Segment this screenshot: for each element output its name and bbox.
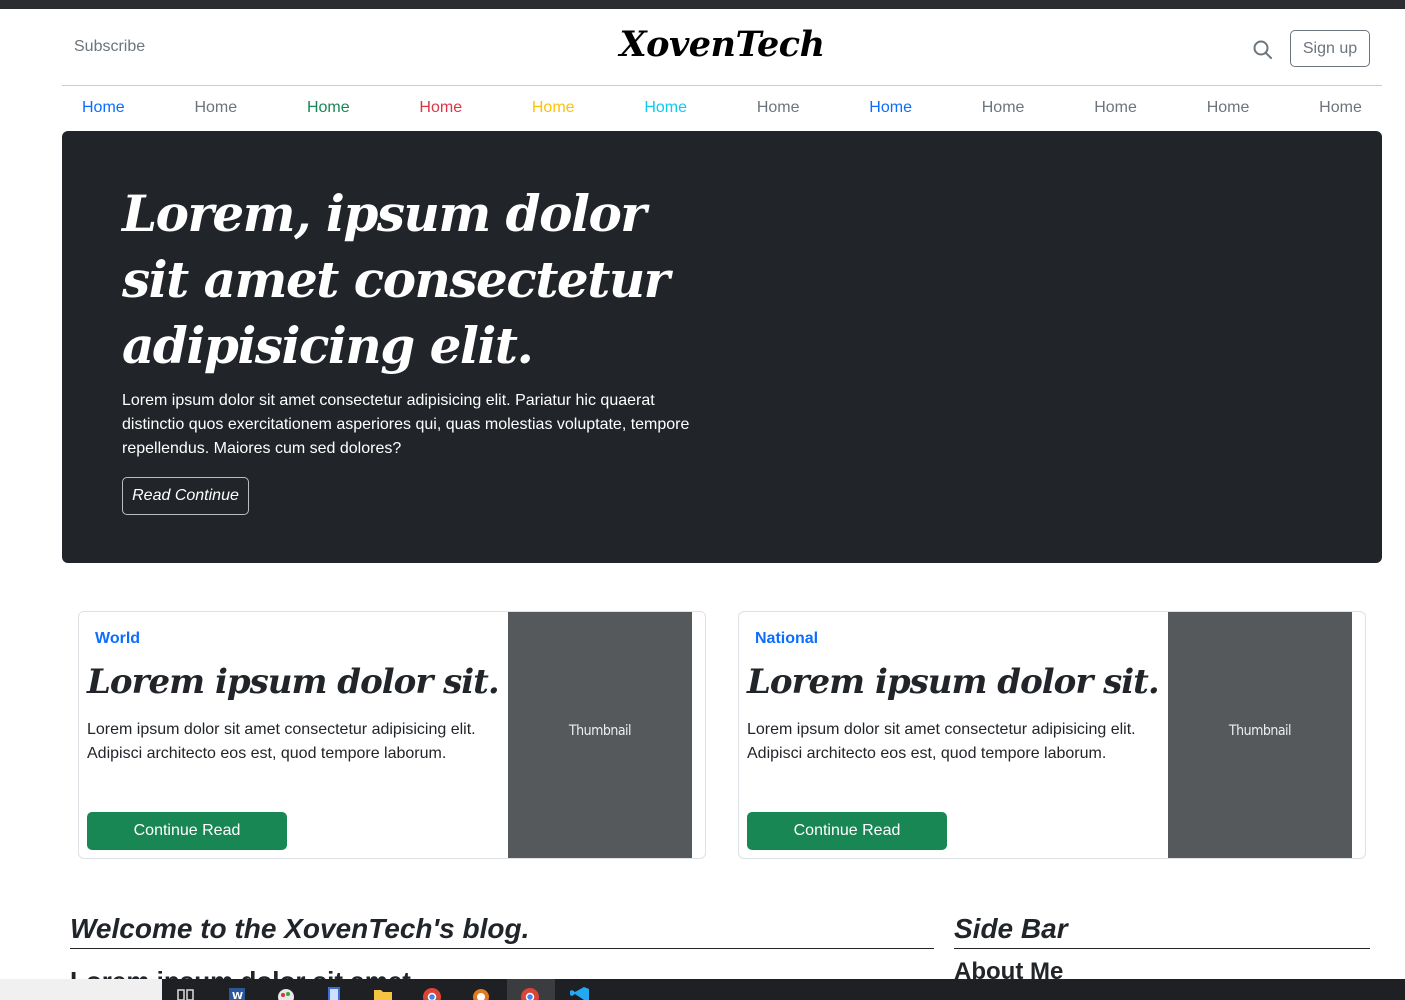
card-category-link[interactable]: World: [95, 630, 140, 648]
os-taskbar: W: [0, 979, 1405, 1000]
folder-icon[interactable]: [372, 986, 394, 1000]
nav-item-home-12[interactable]: Home: [1319, 94, 1362, 122]
nav-item-home-2[interactable]: Home: [194, 94, 237, 122]
vscode-icon[interactable]: [569, 986, 591, 1000]
site-header: Subscribe XovenTech Sign up: [62, 10, 1382, 86]
thumbnail-label: Thumbnail: [568, 723, 632, 739]
nav-item-home-1[interactable]: Home: [82, 94, 125, 122]
card-text: Lorem ipsum dolor sit amet consectetur a…: [87, 721, 476, 762]
paint-icon[interactable]: [275, 986, 297, 1000]
blog-heading: Welcome to the XovenTech's blog.: [70, 913, 934, 949]
settings-icon[interactable]: [470, 986, 492, 1000]
nav-item-home-3[interactable]: Home: [307, 94, 350, 122]
browser-top-strip: [0, 0, 1405, 9]
nav-item-home-5[interactable]: Home: [532, 94, 575, 122]
nav-item-home-4[interactable]: Home: [419, 94, 462, 122]
card-text: Lorem ipsum dolor sit amet consectetur a…: [747, 721, 1136, 762]
read-continue-button[interactable]: Read Continue: [122, 477, 249, 515]
brand-logo[interactable]: XovenTech: [62, 24, 1382, 65]
sidebar-heading: Side Bar: [954, 913, 1370, 949]
signup-button[interactable]: Sign up: [1290, 30, 1370, 67]
chrome-active-icon[interactable]: [519, 986, 541, 1000]
notepad-icon[interactable]: [323, 986, 345, 1000]
hero-text: Lorem ipsum dolor sit amet consectetur a…: [122, 392, 690, 457]
nav-item-home-6[interactable]: Home: [644, 94, 687, 122]
continue-read-button[interactable]: Continue Read: [87, 812, 287, 850]
taskbar-search-box[interactable]: [0, 979, 162, 1000]
card-thumbnail: Thumbnail: [1168, 612, 1352, 858]
search-icon[interactable]: [1252, 39, 1274, 61]
nav-item-home-7[interactable]: Home: [757, 94, 800, 122]
nav-item-home-9[interactable]: Home: [982, 94, 1025, 122]
card-title: Lorem ipsum dolor sit.: [747, 662, 1160, 702]
task-view-icon[interactable]: [175, 986, 197, 1000]
card-title: Lorem ipsum dolor sit.: [87, 662, 500, 702]
nav-item-home-10[interactable]: Home: [1094, 94, 1137, 122]
chrome-icon[interactable]: [421, 986, 443, 1000]
svg-text:W: W: [232, 991, 243, 1000]
card-category-link[interactable]: National: [755, 630, 818, 648]
thumbnail-label: Thumbnail: [1228, 723, 1292, 739]
continue-read-button[interactable]: Continue Read: [747, 812, 947, 850]
featured-card-national: National Lorem ipsum dolor sit. Lorem ip…: [738, 611, 1366, 859]
hero-title: Lorem, ipsum dolor sit amet consectetur …: [122, 184, 670, 375]
featured-card-world: World Lorem ipsum dolor sit. Lorem ipsum…: [78, 611, 706, 859]
category-nav: Home Home Home Home Home Home Home Home …: [62, 94, 1382, 122]
nav-item-home-11[interactable]: Home: [1207, 94, 1250, 122]
hero-banner: Lorem, ipsum dolor sit amet consectetur …: [62, 131, 1382, 563]
card-thumbnail: Thumbnail: [508, 612, 692, 858]
word-icon[interactable]: W: [226, 986, 248, 1000]
nav-item-home-8[interactable]: Home: [869, 94, 912, 122]
